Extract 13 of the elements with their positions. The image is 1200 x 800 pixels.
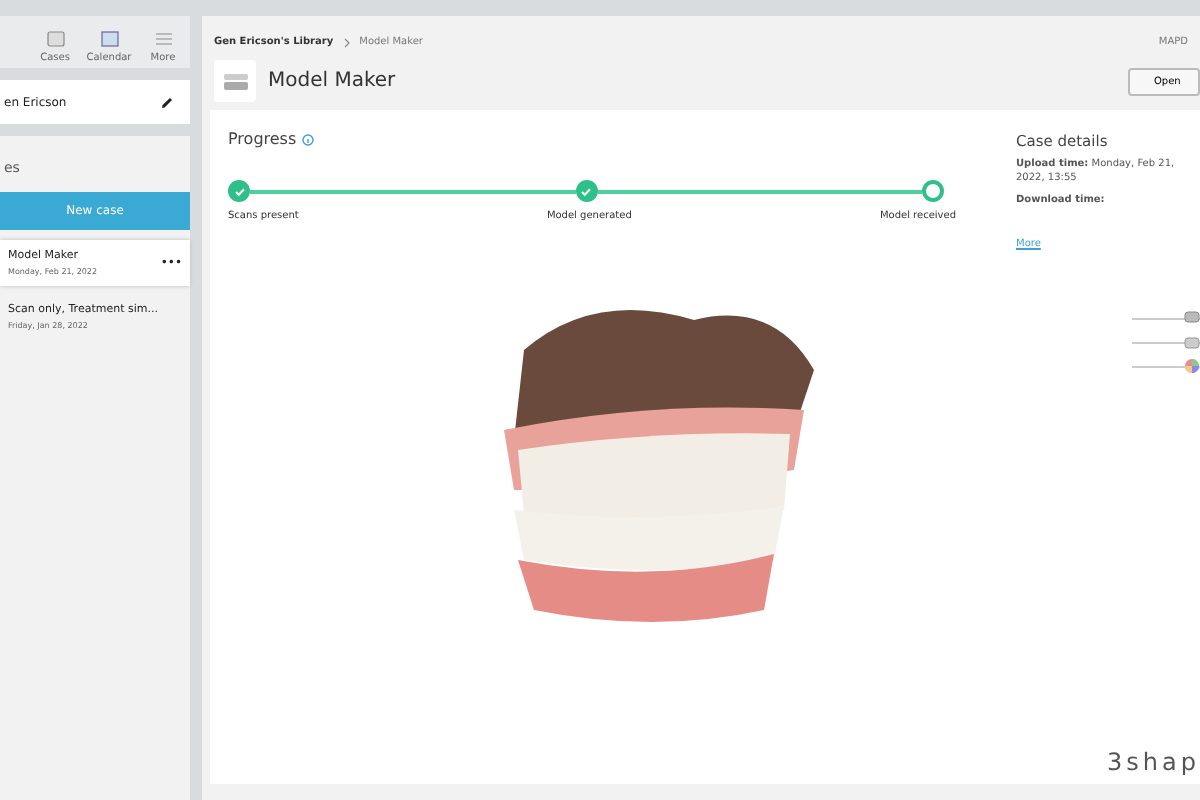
view-slider[interactable] [1132,358,1200,374]
menu-icon [153,30,173,48]
view-slider[interactable] [1132,334,1200,350]
page-title: Model Maker [268,70,398,92]
pencil-icon[interactable] [160,95,174,109]
chevron-icon [343,37,350,47]
view-slider[interactable] [1132,310,1200,326]
progress-title: Progress [228,130,297,148]
color-wheel-slider-thumb[interactable] [1184,358,1200,374]
upper-jaw-slider-thumb[interactable] [1184,310,1200,326]
lower-jaw-slider-thumb[interactable] [1184,334,1200,350]
info-icon[interactable] [302,133,315,145]
brand-logo: 3shap [1107,748,1200,776]
